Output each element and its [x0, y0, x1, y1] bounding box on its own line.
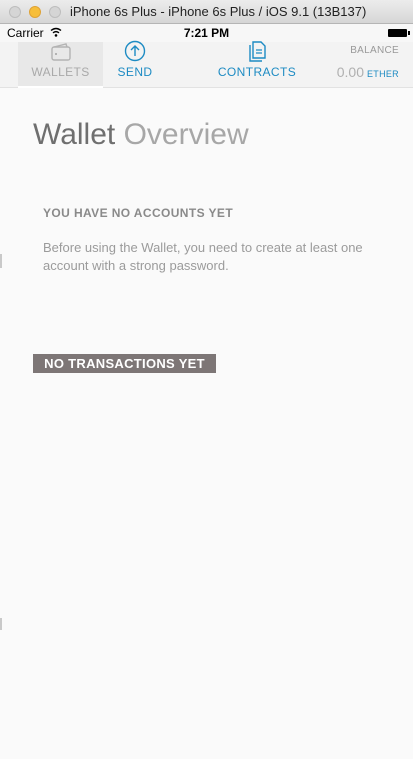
balance-label: BALANCE — [350, 45, 399, 56]
battery-icon — [388, 29, 410, 37]
tab-contracts[interactable]: CONTRACTS — [215, 41, 299, 88]
page-title-light: Overview — [123, 118, 249, 151]
balance-display: BALANCE 0.00 ETHER — [319, 42, 399, 88]
contracts-icon — [249, 41, 266, 62]
balance-value: 0.00 ETHER — [337, 64, 399, 82]
tab-send-label: SEND — [117, 65, 153, 79]
arrow-up-circle-icon — [124, 40, 146, 62]
edge-divider-mark — [0, 618, 2, 630]
status-time: 7:21 PM — [183, 26, 230, 40]
no-transactions-badge: NO TRANSACTIONS YET — [33, 354, 216, 373]
top-navigation: WALLETS SEND CONTRACTS BALANCE 0.00 ETHER — [0, 40, 413, 89]
main-content: Wallet Overview YOU HAVE NO ACCOUNTS YET… — [0, 88, 413, 759]
edge-divider-mark — [0, 254, 2, 268]
page-title-strong: Wallet — [33, 118, 116, 151]
tab-wallets[interactable]: WALLETS — [18, 42, 103, 89]
balance-unit: ETHER — [366, 69, 399, 79]
no-accounts-message: Before using the Wallet, you need to cre… — [43, 240, 363, 273]
window-title: iPhone 6s Plus - iPhone 6s Plus / iOS 9.… — [70, 4, 367, 19]
balance-amount: 0.00 — [336, 64, 364, 80]
tab-wallets-label: WALLETS — [31, 65, 90, 79]
tab-send[interactable]: SEND — [112, 40, 158, 88]
window-minimize-button[interactable] — [29, 6, 41, 18]
no-accounts-heading: YOU HAVE NO ACCOUNTS YET — [43, 206, 234, 220]
wallet-icon — [50, 43, 71, 61]
page-title: Wallet Overview — [33, 118, 249, 152]
window-zoom-button[interactable] — [49, 6, 61, 18]
ios-status-bar: Carrier 7:21 PM — [0, 24, 413, 42]
window-close-button[interactable] — [9, 6, 21, 18]
window-titlebar: iPhone 6s Plus - iPhone 6s Plus / iOS 9.… — [0, 0, 413, 24]
tab-contracts-label: CONTRACTS — [217, 65, 297, 79]
